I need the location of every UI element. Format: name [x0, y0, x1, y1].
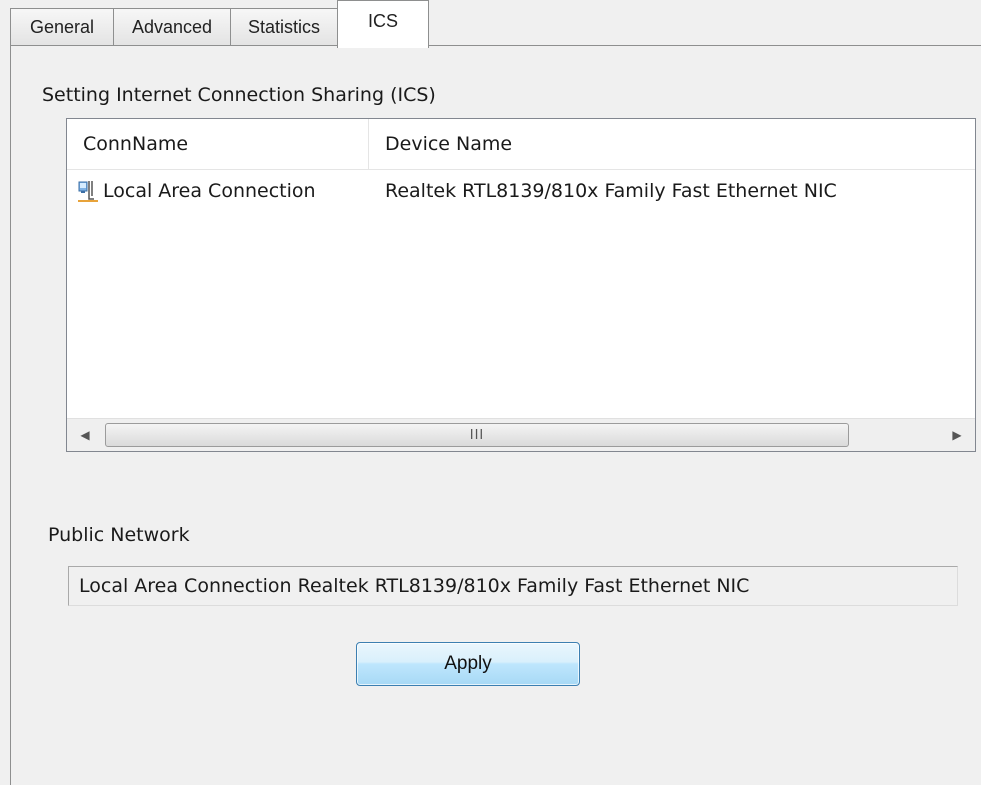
- list-item[interactable]: Local Area Connection Realtek RTL8139/81…: [67, 173, 975, 209]
- connection-name: Local Area Connection: [103, 180, 316, 202]
- apply-button[interactable]: Apply: [356, 642, 580, 686]
- device-name: Realtek RTL8139/810x Family Fast Etherne…: [385, 180, 837, 202]
- list-header: ConnName Device Name: [67, 119, 975, 170]
- column-header-connname[interactable]: ConnName: [67, 119, 369, 169]
- column-header-device-name[interactable]: Device Name: [369, 119, 975, 169]
- scroll-left-arrow-icon[interactable]: ◀: [67, 419, 103, 451]
- tab-advanced[interactable]: Advanced: [113, 8, 231, 46]
- network-connection-icon: [78, 181, 98, 202]
- tab-ics[interactable]: ICS: [337, 0, 429, 48]
- tab-general[interactable]: General: [10, 8, 114, 46]
- scrollbar-thumb[interactable]: III: [105, 423, 849, 447]
- group-title: Setting Internet Connection Sharing (ICS…: [42, 84, 436, 106]
- horizontal-scrollbar[interactable]: ◀ III ▶: [67, 418, 975, 451]
- scroll-right-arrow-icon[interactable]: ▶: [939, 419, 975, 451]
- connection-list[interactable]: ConnName Device Name Local Area Connecti…: [66, 118, 976, 452]
- public-network-field: Local Area Connection Realtek RTL8139/81…: [68, 566, 958, 606]
- tab-strip: General Advanced Statistics ICS: [0, 0, 981, 48]
- public-network-label: Public Network: [48, 524, 190, 546]
- tab-statistics[interactable]: Statistics: [230, 8, 338, 46]
